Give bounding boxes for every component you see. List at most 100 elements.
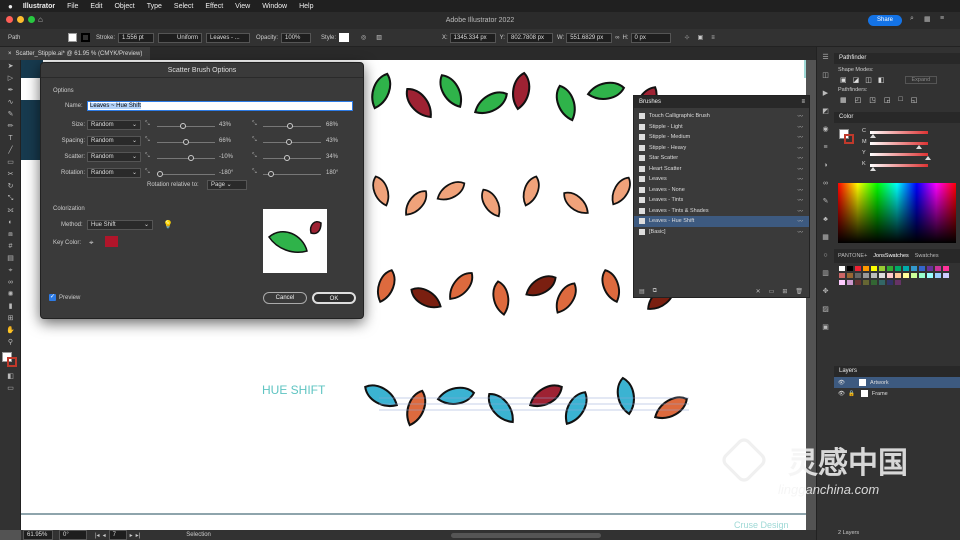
- max-slider[interactable]: [263, 139, 321, 145]
- menu-view[interactable]: View: [235, 3, 250, 10]
- swatch[interactable]: [847, 266, 853, 271]
- rectangle-tool-icon[interactable]: ▭: [4, 158, 17, 168]
- w-field[interactable]: 551.6829 px: [566, 32, 613, 43]
- min-slider[interactable]: [157, 155, 215, 161]
- brush-item[interactable]: Heart Scatter 〰: [634, 164, 809, 175]
- zoom-window-button[interactable]: [28, 16, 35, 23]
- minus-front-icon[interactable]: ◪: [853, 76, 860, 84]
- swatch[interactable]: [935, 273, 941, 278]
- lock-icon[interactable]: ⤡: [145, 153, 150, 160]
- slider-knob[interactable]: [286, 139, 293, 145]
- close-tab-icon[interactable]: ×: [8, 51, 12, 57]
- intersect-icon[interactable]: ◫: [865, 76, 872, 84]
- swatch[interactable]: [911, 273, 917, 278]
- options-icon[interactable]: ▭: [769, 288, 775, 295]
- swatch[interactable]: [839, 280, 845, 285]
- swatch[interactable]: [839, 273, 845, 278]
- cancel-button[interactable]: Cancel: [263, 292, 307, 304]
- menu-object[interactable]: Object: [114, 3, 134, 10]
- swatch[interactable]: [871, 280, 877, 285]
- method-select[interactable]: Hue Shift ⌄: [87, 220, 153, 230]
- visibility-icon[interactable]: 👁: [838, 380, 845, 386]
- swatch[interactable]: [927, 273, 933, 278]
- swatch[interactable]: [895, 273, 901, 278]
- eyedropper-tool-icon[interactable]: ⌖: [4, 266, 17, 276]
- brush-item[interactable]: Stipple - Heavy 〰: [634, 143, 809, 154]
- lock-icon[interactable]: 🔒: [848, 391, 855, 397]
- swatches-tab[interactable]: Swatches: [915, 253, 939, 259]
- swatch[interactable]: [927, 266, 933, 271]
- slider-knob[interactable]: [287, 123, 294, 129]
- trim-icon[interactable]: ◰: [855, 96, 862, 104]
- style-swatch[interactable]: [339, 33, 350, 42]
- menu-edit[interactable]: Edit: [90, 3, 102, 10]
- new-brush-icon[interactable]: ⊞: [782, 288, 787, 295]
- option-variation-select[interactable]: Random ⌄: [87, 152, 141, 162]
- artboard-number-field[interactable]: 7: [108, 530, 127, 540]
- ok-button[interactable]: OK: [312, 292, 356, 304]
- swatch[interactable]: [919, 273, 925, 278]
- visibility-icon[interactable]: 👁: [838, 391, 845, 397]
- divide-icon[interactable]: ▦: [840, 96, 847, 104]
- swatch[interactable]: [943, 266, 949, 271]
- fill-swatch[interactable]: [68, 33, 77, 42]
- fill-stroke-control[interactable]: [2, 352, 18, 368]
- color-spectrum[interactable]: [838, 183, 956, 243]
- swatch[interactable]: [855, 273, 861, 278]
- x-field[interactable]: 1345.334 px: [449, 32, 496, 43]
- swatch[interactable]: [903, 266, 909, 271]
- stroke-panel-icon[interactable]: ≡: [819, 143, 832, 153]
- lock-icon[interactable]: ⤡: [252, 137, 257, 144]
- swatch[interactable]: [879, 273, 885, 278]
- menu-file[interactable]: File: [67, 3, 78, 10]
- key-color-swatch[interactable]: [105, 236, 118, 247]
- home-icon[interactable]: ⌂: [38, 15, 43, 24]
- cmyk-slider[interactable]: 80: [870, 142, 928, 149]
- stroke-weight-field[interactable]: 1.556 pt: [118, 32, 155, 43]
- brushes-panel-header[interactable]: Brushes ≡: [634, 96, 809, 108]
- tips-icon[interactable]: 💡: [163, 220, 173, 229]
- stroke-color-box[interactable]: [7, 357, 17, 367]
- next-artboard-icon[interactable]: ▸: [130, 532, 133, 539]
- brush-item[interactable]: Leaves - Tints 〰: [634, 195, 809, 206]
- max-slider[interactable]: [263, 171, 321, 177]
- menu-select[interactable]: Select: [174, 3, 193, 10]
- screen-mode-icon[interactable]: ▭: [4, 384, 17, 394]
- swatch[interactable]: [863, 273, 869, 278]
- opacity-field[interactable]: 100%: [281, 32, 312, 43]
- width-tool-icon[interactable]: ⟗: [4, 206, 17, 216]
- curvature-tool-icon[interactable]: ∿: [4, 98, 17, 108]
- mesh-tool-icon[interactable]: #: [4, 242, 17, 252]
- transform-panel-icon[interactable]: ✥: [819, 287, 832, 297]
- align-icon[interactable]: ▥: [376, 34, 382, 41]
- swatch[interactable]: [879, 266, 885, 271]
- cmyk-slider[interactable]: 95: [870, 153, 932, 160]
- layer-row-artwork[interactable]: 👁 Artwork: [834, 377, 960, 388]
- swatch[interactable]: [847, 280, 853, 285]
- swatch[interactable]: [895, 266, 901, 271]
- isolate-icon[interactable]: ▣: [698, 34, 704, 41]
- cmyk-slider[interactable]: [870, 131, 928, 138]
- swatch[interactable]: [839, 266, 845, 271]
- blend-tool-icon[interactable]: ∞: [4, 278, 17, 288]
- swatch[interactable]: [871, 273, 877, 278]
- brush-item[interactable]: Leaves - None 〰: [634, 185, 809, 196]
- perspective-tool-icon[interactable]: ⧈: [4, 230, 17, 240]
- pencil-tool-icon[interactable]: ✏: [4, 122, 17, 132]
- color-stroke-box[interactable]: [844, 134, 854, 144]
- swatch[interactable]: [943, 273, 949, 278]
- graphic-styles-panel-icon[interactable]: ▦: [819, 233, 832, 243]
- lock-icon[interactable]: ⤡: [145, 169, 150, 176]
- menu-help[interactable]: Help: [299, 3, 313, 10]
- delete-brush-icon[interactable]: 🗑: [795, 288, 803, 295]
- brush-item[interactable]: Stipple - Light 〰: [634, 122, 809, 133]
- swatch[interactable]: [879, 280, 885, 285]
- swatch[interactable]: [863, 280, 869, 285]
- link-icon[interactable]: ∞: [615, 35, 619, 41]
- transparency-panel-icon[interactable]: ◑: [819, 161, 832, 171]
- pantone-tab[interactable]: PANTONE+: [838, 253, 867, 259]
- libraries-panel-icon[interactable]: ▶: [819, 89, 832, 99]
- slider-knob[interactable]: [283, 155, 290, 161]
- color-panel-header[interactable]: Color: [834, 112, 960, 123]
- prev-artboard-icon[interactable]: ◂: [103, 532, 106, 539]
